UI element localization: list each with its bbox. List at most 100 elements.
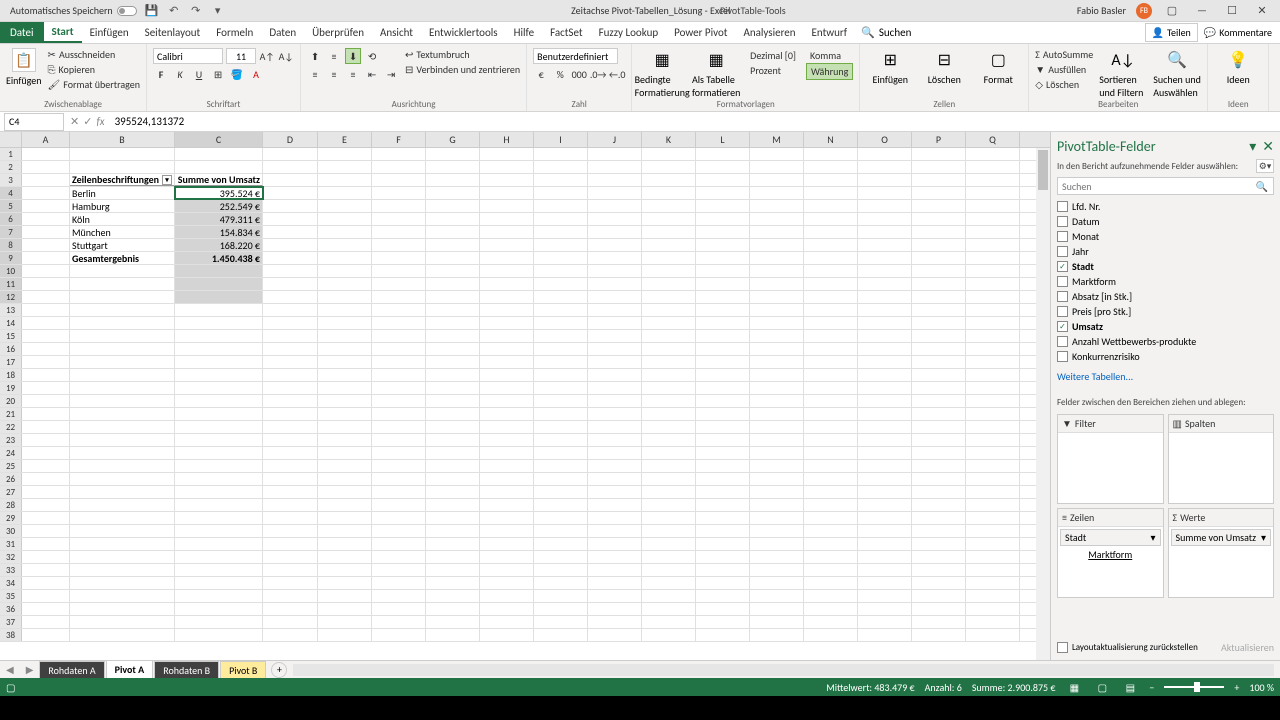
column-header[interactable]: N xyxy=(804,132,858,147)
cell[interactable] xyxy=(966,538,1020,550)
cell[interactable] xyxy=(263,200,318,212)
cell[interactable] xyxy=(750,564,804,576)
cell[interactable] xyxy=(750,330,804,342)
cell[interactable] xyxy=(750,200,804,212)
sheet-nav-prev-icon[interactable]: ◀ xyxy=(0,663,20,676)
column-header[interactable]: A xyxy=(22,132,70,147)
cell[interactable] xyxy=(22,304,70,316)
comments-button[interactable]: 💬Kommentare xyxy=(1204,26,1272,39)
cell[interactable] xyxy=(372,317,426,329)
style-komma[interactable]: Komma xyxy=(806,48,853,63)
cell[interactable] xyxy=(750,499,804,511)
cell[interactable] xyxy=(804,343,858,355)
cell[interactable] xyxy=(966,200,1020,212)
cell[interactable] xyxy=(426,551,480,563)
cell[interactable] xyxy=(534,200,588,212)
cell[interactable] xyxy=(318,317,372,329)
cell[interactable] xyxy=(318,447,372,459)
cell[interactable] xyxy=(858,525,912,537)
style-prozent[interactable]: Prozent xyxy=(746,63,800,78)
cell[interactable] xyxy=(858,317,912,329)
cell[interactable] xyxy=(966,486,1020,498)
cell[interactable] xyxy=(966,577,1020,589)
field-checkbox[interactable] xyxy=(1057,291,1068,302)
cell[interactable] xyxy=(804,226,858,238)
cell[interactable] xyxy=(263,421,318,433)
rows-area[interactable]: ≡Zeilen Stadt▾ Marktform xyxy=(1057,508,1164,598)
cell[interactable] xyxy=(318,226,372,238)
cell[interactable] xyxy=(22,174,70,186)
row-header[interactable]: 12 xyxy=(0,291,22,303)
cell[interactable] xyxy=(318,486,372,498)
cell[interactable] xyxy=(426,330,480,342)
cell[interactable] xyxy=(858,343,912,355)
cell[interactable] xyxy=(372,564,426,576)
cell[interactable] xyxy=(175,317,263,329)
cell[interactable] xyxy=(480,187,534,199)
cell[interactable] xyxy=(22,616,70,628)
cell[interactable] xyxy=(22,421,70,433)
cell[interactable] xyxy=(318,148,372,160)
cell[interactable] xyxy=(534,252,588,264)
cell[interactable] xyxy=(858,252,912,264)
font-size-input[interactable] xyxy=(226,48,256,64)
cell[interactable] xyxy=(966,499,1020,511)
row-header[interactable]: 33 xyxy=(0,564,22,576)
cell[interactable] xyxy=(858,278,912,290)
zoom-level[interactable]: 100 % xyxy=(1249,681,1274,694)
cell[interactable] xyxy=(912,382,966,394)
cell[interactable] xyxy=(534,473,588,485)
tab-powerpivot[interactable]: Power Pivot xyxy=(666,22,735,43)
cell[interactable] xyxy=(22,200,70,212)
cell[interactable] xyxy=(588,421,642,433)
cell[interactable] xyxy=(966,278,1020,290)
cell[interactable] xyxy=(426,382,480,394)
cell[interactable] xyxy=(22,226,70,238)
cell[interactable] xyxy=(804,161,858,173)
save-icon[interactable]: 💾 xyxy=(145,4,159,18)
cell[interactable] xyxy=(480,278,534,290)
insert-cells-button[interactable]: ⊞Einfügen xyxy=(866,48,914,86)
cell[interactable] xyxy=(966,616,1020,628)
cell[interactable] xyxy=(966,161,1020,173)
cell[interactable] xyxy=(480,434,534,446)
cell[interactable] xyxy=(858,148,912,160)
cell[interactable] xyxy=(534,499,588,511)
cell[interactable] xyxy=(588,317,642,329)
cell[interactable] xyxy=(426,538,480,550)
cell[interactable] xyxy=(426,590,480,602)
cell[interactable] xyxy=(480,252,534,264)
cell[interactable] xyxy=(480,369,534,381)
cell[interactable] xyxy=(175,486,263,498)
cell[interactable] xyxy=(912,525,966,537)
cell[interactable] xyxy=(534,512,588,524)
pivot-field[interactable]: Jahr xyxy=(1057,244,1274,259)
cell[interactable] xyxy=(804,291,858,303)
wrap-text-button[interactable]: ↩Textumbruch xyxy=(405,48,520,61)
cell[interactable] xyxy=(588,408,642,420)
cell[interactable] xyxy=(966,330,1020,342)
cell[interactable] xyxy=(696,564,750,576)
cell[interactable] xyxy=(22,356,70,368)
cell[interactable] xyxy=(804,278,858,290)
cell[interactable] xyxy=(912,148,966,160)
cell[interactable] xyxy=(912,200,966,212)
cell[interactable] xyxy=(22,291,70,303)
column-header[interactable]: F xyxy=(372,132,426,147)
cell[interactable] xyxy=(175,421,263,433)
cell[interactable] xyxy=(534,408,588,420)
cell[interactable] xyxy=(588,590,642,602)
cell[interactable] xyxy=(858,577,912,589)
cell[interactable] xyxy=(966,382,1020,394)
cell[interactable] xyxy=(22,525,70,537)
cell[interactable] xyxy=(912,187,966,199)
cell[interactable]: Köln xyxy=(70,213,175,225)
cell[interactable] xyxy=(588,239,642,251)
cell[interactable] xyxy=(318,265,372,277)
number-format-select[interactable] xyxy=(533,48,618,64)
cell[interactable] xyxy=(642,174,696,186)
cell[interactable] xyxy=(912,252,966,264)
cell[interactable] xyxy=(175,590,263,602)
increase-decimal-icon[interactable]: .0→ xyxy=(590,66,606,82)
cell[interactable] xyxy=(912,239,966,251)
